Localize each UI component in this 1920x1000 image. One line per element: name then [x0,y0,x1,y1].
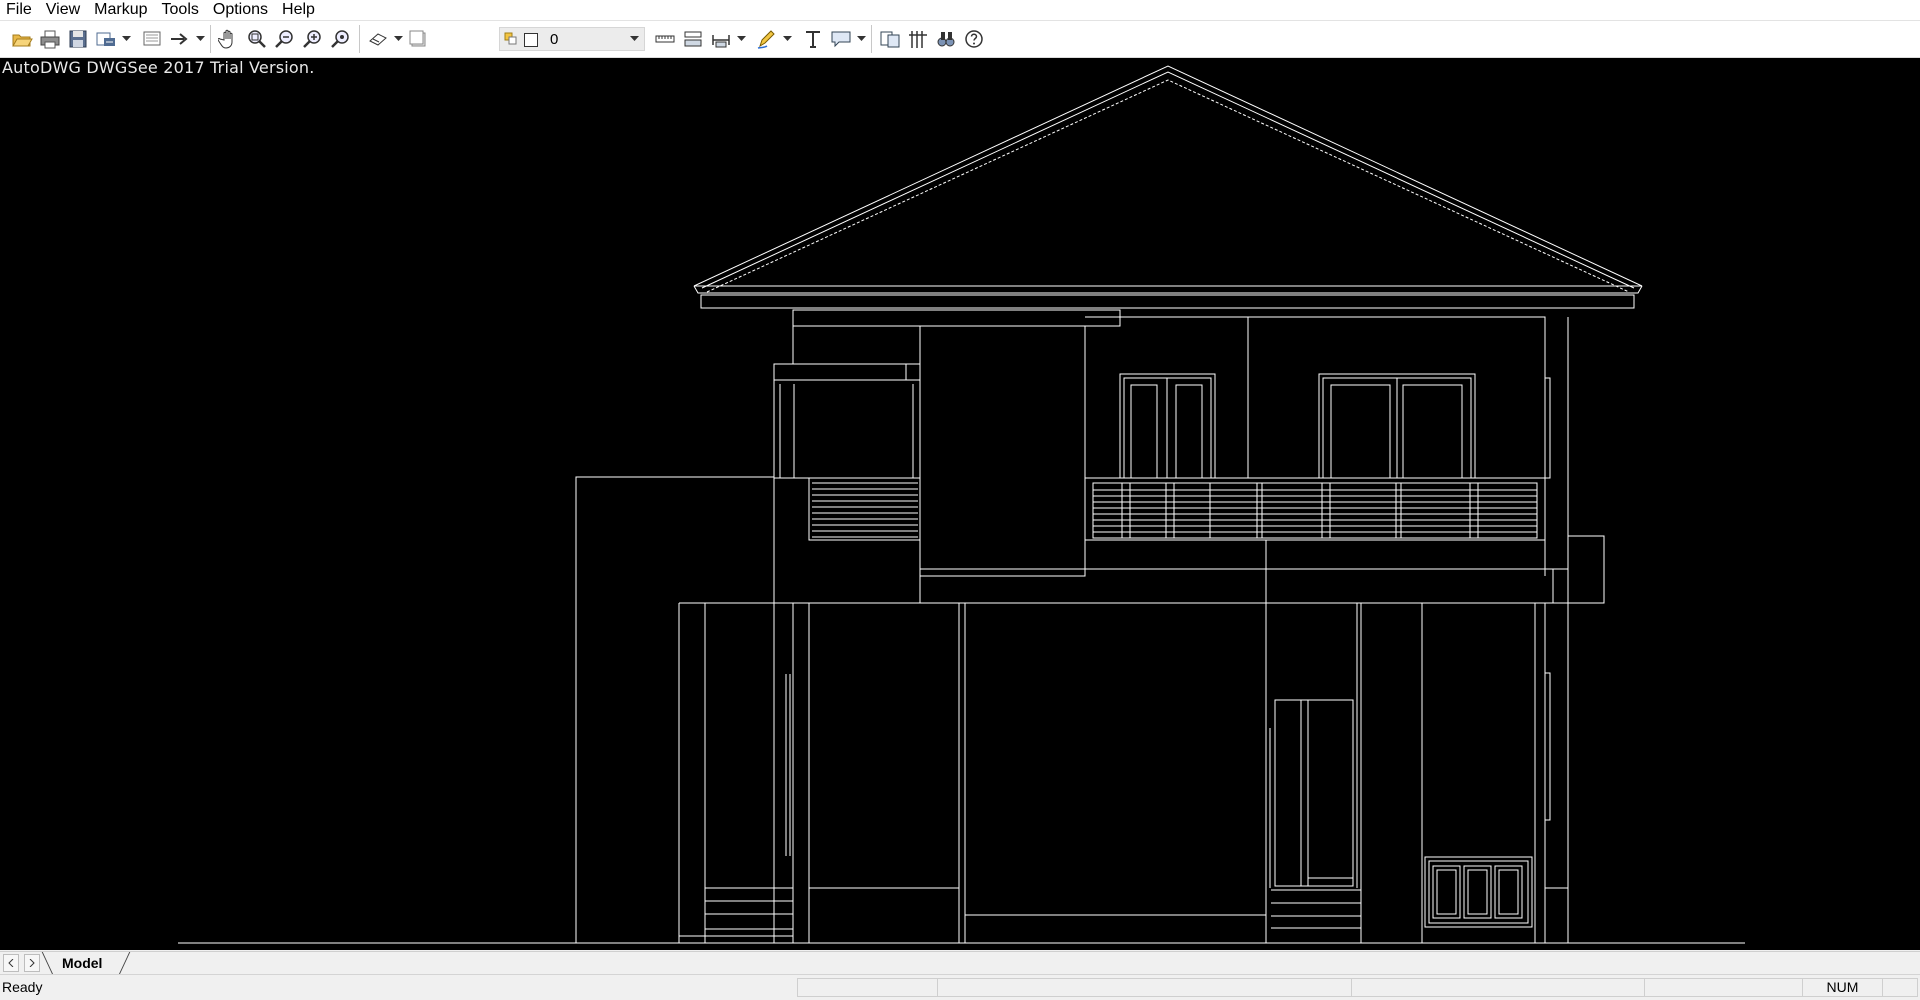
callout-icon[interactable] [827,25,855,53]
status-bar: Ready NUM [0,974,1920,1000]
layer-state-icon[interactable] [404,25,432,53]
menu-view[interactable]: View [39,0,87,20]
pen-icon[interactable] [753,25,781,53]
menu-file[interactable]: File [0,0,39,20]
tab-prev-button[interactable] [3,954,19,972]
measure-dropdown[interactable] [735,25,747,53]
menu-tools[interactable]: Tools [155,0,206,20]
drawing-canvas[interactable]: AutoDWG DWGSee 2017 Trial Version. [0,58,1920,950]
num-lock-indicator: NUM [1802,978,1883,997]
separator [359,25,360,53]
layer-value: 0 [550,30,559,48]
layer-swatch-icon [524,33,538,47]
callout-dropdown[interactable] [855,25,867,53]
zoom-out-icon[interactable] [271,25,299,53]
zoom-extents-icon[interactable] [327,25,355,53]
arrow-icon[interactable] [166,25,194,53]
zoom-window-icon[interactable] [243,25,271,53]
arrow-dropdown[interactable] [194,25,206,53]
chevron-down-icon[interactable] [624,36,644,42]
zoom-in-icon[interactable] [299,25,327,53]
tab-next-button[interactable] [24,954,40,972]
separator [871,25,872,53]
export-dropdown[interactable] [120,25,132,53]
save-icon[interactable] [64,25,92,53]
layer-select[interactable]: 0 [499,27,645,51]
layer-color-icon [504,32,518,49]
menu-markup[interactable]: Markup [87,0,154,20]
status-pane [1644,978,1803,997]
status-pane [797,978,938,997]
text-icon[interactable] [799,25,827,53]
export-icon[interactable] [92,25,120,53]
menu-options[interactable]: Options [206,0,275,20]
layout-tab-bar: Model [0,951,1920,974]
help-icon[interactable] [960,25,988,53]
page-setup-icon[interactable] [138,25,166,53]
status-pane [1351,978,1645,997]
separator [210,25,211,53]
menu-help[interactable]: Help [275,0,322,20]
menu-bar: File View Markup Tools Options Help [0,0,1920,21]
measure-icon[interactable] [707,25,735,53]
toolbar: 0 [0,21,1920,58]
print-icon[interactable] [36,25,64,53]
layers-dropdown[interactable] [392,25,404,53]
layers-icon[interactable] [364,25,392,53]
house-elevation-drawing [178,65,1745,944]
open-icon[interactable] [8,25,36,53]
status-text: Ready [2,979,43,995]
chevron-left-icon [8,959,14,967]
dimension-icon[interactable] [679,25,707,53]
tab-model[interactable]: Model [52,952,120,974]
status-pane [937,978,1352,997]
hatch-icon[interactable] [904,25,932,53]
distance-icon[interactable] [651,25,679,53]
compare-icon[interactable] [876,25,904,53]
status-pane [1882,978,1918,997]
chevron-right-icon [29,959,35,967]
pen-dropdown[interactable] [781,25,793,53]
find-icon[interactable] [932,25,960,53]
pan-hand-icon[interactable] [215,25,243,53]
